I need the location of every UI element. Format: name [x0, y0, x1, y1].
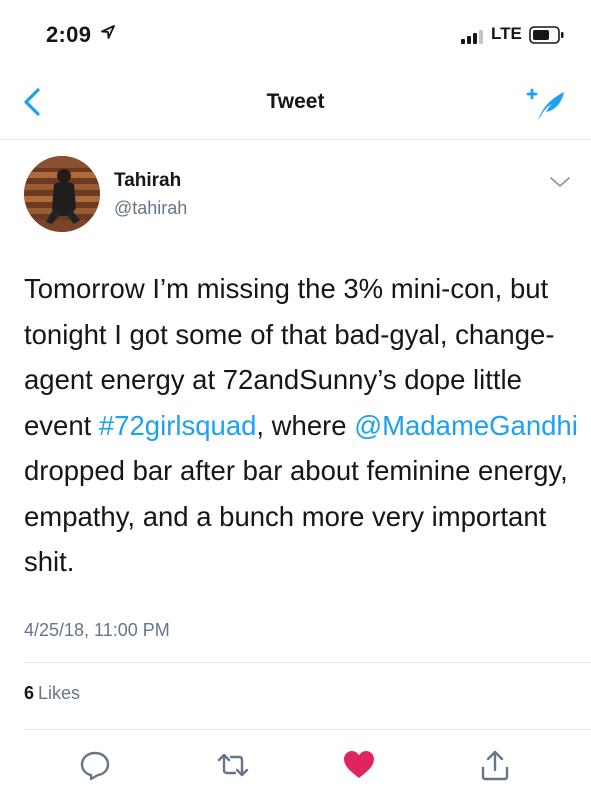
tweet-text: Tomorrow I’m missing the 3% mini-con, bu… — [24, 266, 578, 585]
page-title: Tweet — [266, 90, 325, 113]
divider — [24, 729, 591, 730]
retweet-icon — [217, 753, 249, 777]
divider — [24, 662, 591, 663]
likes-row[interactable]: 6 Likes — [24, 683, 80, 704]
compose-tweet-icon — [526, 88, 564, 120]
like-button[interactable] — [342, 748, 376, 782]
author-handle[interactable]: @tahirah — [114, 198, 187, 219]
battery-icon — [529, 26, 564, 44]
reply-icon — [80, 751, 110, 781]
share-icon — [481, 750, 509, 781]
network-label: LTE — [491, 24, 522, 43]
share-button[interactable] — [478, 748, 512, 782]
avatar-image — [24, 156, 100, 232]
status-time: 2:09 — [46, 22, 92, 47]
chevron-down-icon — [550, 177, 570, 187]
tweet-link[interactable]: #72girlsquad — [99, 410, 256, 441]
nav-bar: Tweet — [0, 62, 591, 140]
likes-label: Likes — [38, 683, 81, 703]
heart-icon — [344, 751, 374, 778]
status-bar: 2:09 LTE — [0, 0, 591, 62]
tweet-timestamp: 4/25/18, 11:00 PM — [24, 620, 170, 640]
tweet-text-segment: dropped bar after bar about feminine ene… — [24, 455, 568, 577]
compose-tweet-button[interactable] — [526, 84, 568, 124]
signal-icon — [461, 30, 483, 44]
avatar[interactable] — [24, 156, 100, 232]
location-arrow-icon — [101, 25, 115, 39]
reply-button[interactable] — [78, 748, 112, 782]
likes-count: 6 — [24, 683, 35, 703]
tweet-link[interactable]: @MadameGandhi — [354, 410, 578, 441]
retweet-button[interactable] — [216, 748, 250, 782]
tweet-text-segment: , where — [256, 409, 355, 441]
more-options-button[interactable] — [546, 172, 574, 192]
author-name[interactable]: Tahirah — [114, 170, 181, 192]
